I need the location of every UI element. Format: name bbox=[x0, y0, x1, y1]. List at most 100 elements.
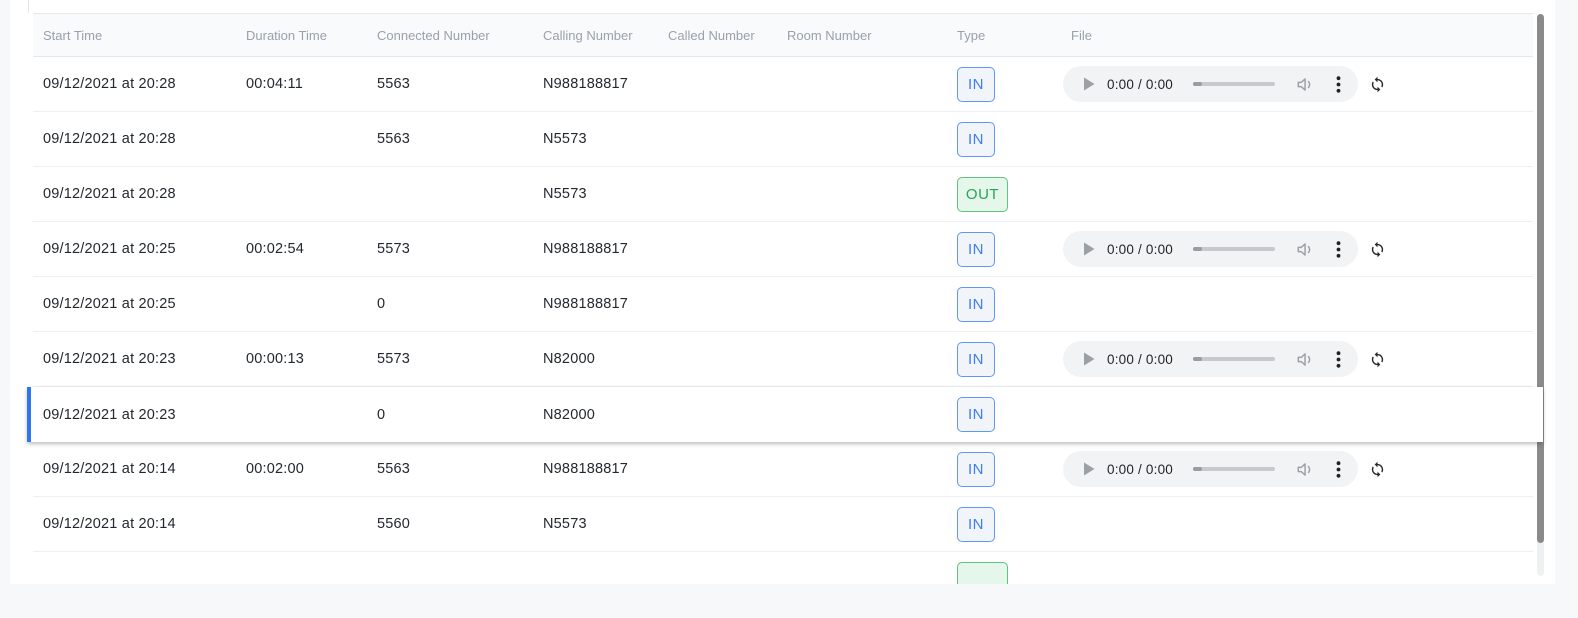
cell-called-number bbox=[658, 277, 777, 331]
table-row[interactable]: 09/12/2021 at 20:25 00:02:54 5573 N98818… bbox=[33, 222, 1533, 277]
audio-player[interactable]: 0:00 / 0:00 bbox=[1063, 341, 1358, 377]
table-row[interactable]: 09/12/2021 at 20:28 00:04:11 5563 N98818… bbox=[33, 57, 1533, 112]
cell-connected-number: 0 bbox=[367, 277, 533, 331]
column-header-start-time: Start Time bbox=[33, 14, 236, 56]
kebab-menu-icon[interactable] bbox=[1336, 76, 1341, 93]
cell-type: IN bbox=[947, 277, 1061, 331]
seek-thumb[interactable] bbox=[1193, 357, 1202, 361]
cell-file bbox=[1061, 112, 1533, 166]
play-icon[interactable] bbox=[1083, 77, 1095, 91]
scrollbar-thumb[interactable] bbox=[1537, 14, 1544, 543]
cell-connected-number bbox=[367, 167, 533, 221]
cell-file bbox=[1061, 167, 1533, 221]
column-header-called-number: Called Number bbox=[658, 14, 777, 56]
cell-called-number bbox=[658, 57, 777, 111]
cell-file bbox=[1061, 552, 1533, 584]
audio-time: 0:00 / 0:00 bbox=[1107, 242, 1175, 257]
cell-start-time: 09/12/2021 at 20:28 bbox=[33, 167, 236, 221]
cell-room-number bbox=[777, 277, 947, 331]
volume-icon[interactable] bbox=[1296, 461, 1315, 478]
seek-slider[interactable] bbox=[1193, 247, 1275, 251]
table-row[interactable]: 09/12/2021 at 20:28 5563 N5573 IN bbox=[33, 112, 1533, 167]
cell-called-number bbox=[658, 442, 777, 496]
cell-start-time: 09/12/2021 at 20:28 bbox=[33, 112, 236, 166]
cell-called-number bbox=[658, 332, 777, 386]
column-header-type: Type bbox=[947, 14, 1061, 56]
cell-type bbox=[947, 552, 1061, 584]
cell-file bbox=[1061, 387, 1543, 442]
cell-type: IN bbox=[947, 57, 1061, 111]
cell-room-number bbox=[777, 57, 947, 111]
cell-called-number bbox=[658, 497, 777, 551]
cell-connected-number: 5573 bbox=[367, 332, 533, 386]
table-row[interactable]: 09/12/2021 at 20:23 00:00:13 5573 N82000… bbox=[33, 332, 1533, 387]
cell-room-number bbox=[777, 552, 947, 584]
cell-room-number bbox=[777, 222, 947, 276]
cell-calling-number bbox=[533, 552, 658, 584]
table-row[interactable] bbox=[33, 552, 1533, 584]
volume-icon[interactable] bbox=[1296, 241, 1315, 258]
audio-player[interactable]: 0:00 / 0:00 bbox=[1063, 451, 1358, 487]
seek-slider[interactable] bbox=[1193, 357, 1275, 361]
type-badge: IN bbox=[957, 342, 995, 377]
table-row[interactable]: 09/12/2021 at 20:25 0 N988188817 IN bbox=[33, 277, 1533, 332]
cell-room-number bbox=[777, 112, 947, 166]
table-row[interactable]: 09/12/2021 at 20:14 5560 N5573 IN bbox=[33, 497, 1533, 552]
refresh-icon[interactable] bbox=[1369, 461, 1386, 478]
cell-connected-number: 0 bbox=[367, 387, 533, 442]
audio-player[interactable]: 0:00 / 0:00 bbox=[1063, 231, 1358, 267]
cell-connected-number: 5560 bbox=[367, 497, 533, 551]
column-header-calling-number: Calling Number bbox=[533, 14, 658, 56]
cell-type: IN bbox=[947, 497, 1061, 551]
refresh-icon[interactable] bbox=[1369, 351, 1386, 368]
cell-called-number bbox=[658, 552, 777, 584]
cell-duration-time: 00:00:13 bbox=[236, 332, 367, 386]
table-row[interactable]: 09/12/2021 at 20:28 N5573 OUT bbox=[33, 167, 1533, 222]
play-icon[interactable] bbox=[1083, 242, 1095, 256]
type-badge: IN bbox=[957, 67, 995, 102]
refresh-icon[interactable] bbox=[1369, 241, 1386, 258]
cell-calling-number: N988188817 bbox=[533, 57, 658, 111]
cell-duration-time: 00:04:11 bbox=[236, 57, 367, 111]
panel-edge-divider bbox=[28, 0, 29, 13]
kebab-menu-icon[interactable] bbox=[1336, 461, 1341, 478]
cell-calling-number: N988188817 bbox=[533, 222, 658, 276]
volume-icon[interactable] bbox=[1296, 76, 1315, 93]
table-row-selected[interactable]: 09/12/2021 at 20:23 0 N82000 IN bbox=[27, 387, 1543, 442]
audio-player[interactable]: 0:00 / 0:00 bbox=[1063, 66, 1358, 102]
cell-start-time: 09/12/2021 at 20:28 bbox=[33, 57, 236, 111]
seek-slider[interactable] bbox=[1193, 82, 1275, 86]
cell-duration-time: 00:02:54 bbox=[236, 222, 367, 276]
seek-thumb[interactable] bbox=[1193, 467, 1202, 471]
play-icon[interactable] bbox=[1083, 352, 1095, 366]
cell-file: 0:00 / 0:00 bbox=[1061, 442, 1533, 496]
cell-calling-number: N82000 bbox=[533, 387, 658, 442]
cell-room-number bbox=[777, 442, 947, 496]
cell-room-number bbox=[777, 167, 947, 221]
kebab-menu-icon[interactable] bbox=[1336, 241, 1341, 258]
table-row[interactable]: 09/12/2021 at 20:14 00:02:00 5563 N98818… bbox=[33, 442, 1533, 497]
column-header-duration-time: Duration Time bbox=[236, 14, 367, 56]
seek-thumb[interactable] bbox=[1193, 247, 1202, 251]
cell-duration-time bbox=[236, 167, 367, 221]
cell-start-time: 09/12/2021 at 20:14 bbox=[33, 497, 236, 551]
type-badge: IN bbox=[957, 397, 995, 432]
cell-connected-number: 5563 bbox=[367, 442, 533, 496]
cell-file: 0:00 / 0:00 bbox=[1061, 222, 1533, 276]
volume-icon[interactable] bbox=[1296, 351, 1315, 368]
audio-time: 0:00 / 0:00 bbox=[1107, 352, 1175, 367]
table-header: Start Time Duration Time Connected Numbe… bbox=[33, 13, 1533, 57]
cell-called-number bbox=[658, 112, 777, 166]
vertical-scrollbar[interactable] bbox=[1537, 14, 1544, 576]
cell-called-number bbox=[658, 167, 777, 221]
seek-slider[interactable] bbox=[1193, 467, 1275, 471]
kebab-menu-icon[interactable] bbox=[1336, 351, 1341, 368]
cell-type: IN bbox=[947, 112, 1061, 166]
refresh-icon[interactable] bbox=[1369, 76, 1386, 93]
type-badge bbox=[957, 562, 1008, 584]
cell-calling-number: N5573 bbox=[533, 112, 658, 166]
column-header-connected-number: Connected Number bbox=[367, 14, 533, 56]
play-icon[interactable] bbox=[1083, 462, 1095, 476]
seek-thumb[interactable] bbox=[1193, 82, 1202, 86]
cell-connected-number: 5573 bbox=[367, 222, 533, 276]
